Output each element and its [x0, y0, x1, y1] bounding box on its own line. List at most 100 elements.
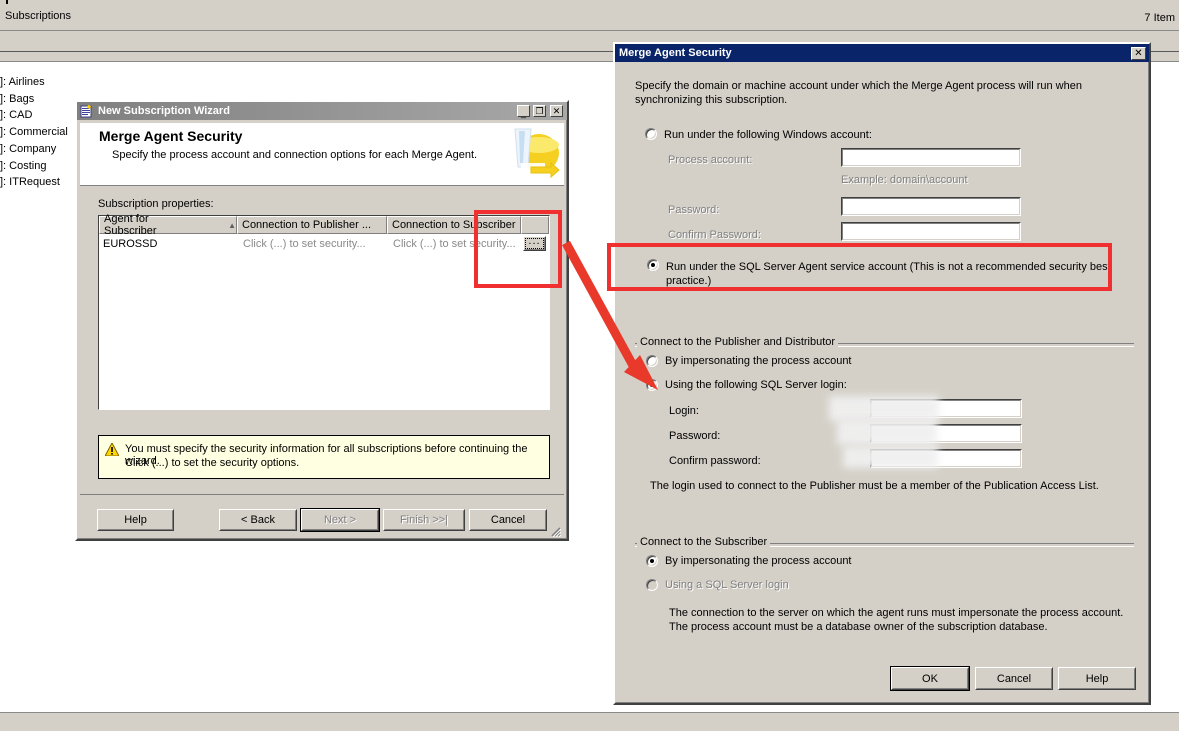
warning-icon — [105, 443, 119, 456]
list-item-prefix: ]: — [0, 109, 10, 122]
subscriber-note-line-1: The connection to the server on which th… — [669, 607, 1124, 619]
wizard-cancel-label: Cancel — [490, 514, 526, 526]
wizard-next-button: Next > — [301, 509, 379, 531]
wizard-banner: Merge Agent Security Specify the process… — [80, 123, 564, 186]
mas-password-label: Password: — [668, 204, 720, 216]
wizard-page-title: Merge Agent Security — [99, 128, 243, 144]
sort-ascending-icon: ▲ — [228, 220, 236, 230]
wizard-back-button[interactable]: < Back — [219, 509, 297, 531]
redaction-overlay-password — [837, 419, 937, 445]
radio-subscriber-impersonate[interactable] — [646, 555, 658, 567]
mas-close-button[interactable]: ✕ — [1131, 47, 1146, 60]
resize-grip-icon[interactable] — [549, 525, 561, 537]
list-item-label: Costing — [9, 159, 47, 172]
publisher-login-label: Login: — [669, 405, 699, 417]
list-item-prefix: ]: — [0, 159, 10, 172]
list-item-label: Commercial — [9, 126, 68, 139]
column-header-subscriber-label: Connection to Subscriber — [392, 219, 516, 231]
wizard-close-button[interactable]: ✕ — [550, 105, 563, 117]
list-item-label: CAD — [9, 109, 33, 122]
radio-publisher-sql-login[interactable] — [646, 379, 658, 391]
mas-help-label: Help — [1085, 672, 1109, 685]
radio-publisher-sql-login-label[interactable]: Using the following SQL Server login: — [665, 379, 847, 391]
process-account-example-hint: Example: domain\account — [841, 174, 968, 186]
radio-publisher-impersonate[interactable] — [646, 355, 658, 367]
background-toolbar: Subscriptions 7 Item — [0, 0, 1179, 30]
wizard-finish-button: Finish >>| — [383, 509, 465, 531]
item-count-label: 7 Item — [1144, 12, 1175, 24]
list-item[interactable]: ]: ITRequest — [0, 176, 60, 188]
list-item-prefix: ]: — [0, 76, 9, 88]
list-item-prefix: ]: — [0, 142, 10, 155]
publisher-password-label: Password: — [669, 430, 721, 442]
subscription-properties-table[interactable]: Agent for Subscriber ▲ Connection to Pub… — [98, 213, 550, 410]
wizard-title-text: New Subscription Wizard — [98, 105, 230, 117]
process-account-label: Process account: — [668, 154, 753, 166]
column-header-agent[interactable]: Agent for Subscriber ▲ — [99, 213, 237, 237]
wizard-button-bar: Help < Back Next > Finish >>| Cancel — [80, 494, 564, 539]
column-header-actions[interactable] — [521, 216, 549, 234]
list-item[interactable]: ]: Bags — [0, 93, 34, 105]
new-subscription-wizard-dialog: New Subscription Wizard _ ❐ ✕ Merge Agen… — [75, 100, 569, 541]
publisher-access-list-note: The login used to connect to the Publish… — [650, 480, 1099, 492]
list-item-prefix: ]: — [0, 126, 10, 139]
radio-publisher-impersonate-label[interactable]: By impersonating the process account — [665, 355, 852, 367]
radio-subscriber-sql-login-label: Using a SQL Server login — [665, 579, 789, 591]
mas-ok-button[interactable]: OK — [891, 667, 969, 690]
mas-ok-label: OK — [922, 672, 938, 685]
mas-confirm-password-input[interactable] — [841, 222, 1021, 241]
list-item-prefix: ]: — [0, 92, 10, 105]
wizard-maximize-button[interactable]: ❐ — [533, 105, 546, 117]
subscription-properties-label: Subscription properties: — [98, 198, 214, 210]
mas-description-line-1: Specify the domain or machine account un… — [635, 80, 1082, 92]
redaction-overlay-login — [829, 396, 939, 421]
subscriber-note-line-2: The process account must be a database o… — [669, 621, 1048, 633]
cell-subscriber[interactable]: Click (...) to set security... — [389, 234, 521, 253]
list-item-label: ITRequest — [9, 176, 60, 189]
wizard-help-button[interactable]: Help — [97, 509, 174, 531]
wizard-window-icon — [80, 104, 92, 117]
list-item-label: Airlines — [8, 76, 45, 88]
radio-subscriber-impersonate-label[interactable]: By impersonating the process account — [665, 555, 852, 567]
radio-subscriber-sql-login — [646, 579, 658, 591]
mas-help-button[interactable]: Help — [1058, 667, 1136, 690]
close-icon: ✕ — [1134, 47, 1143, 59]
radio-sql-agent-service-account[interactable] — [647, 259, 659, 271]
column-header-subscriber[interactable]: Connection to Subscriber — [387, 216, 521, 234]
mas-cancel-button[interactable]: Cancel — [975, 667, 1053, 690]
column-header-publisher[interactable]: Connection to Publisher ... — [237, 216, 387, 234]
set-security-ellipsis-button[interactable]: ... — [523, 234, 546, 251]
wizard-minimize-button[interactable]: _ — [517, 105, 530, 117]
mas-description-line-2: synchronizing this subscription. — [635, 94, 788, 106]
radio-windows-account[interactable] — [645, 128, 657, 140]
list-item-label: Bags — [9, 92, 35, 105]
list-item[interactable]: ]: Commercial — [0, 126, 68, 138]
list-item-label: Company — [9, 142, 57, 155]
wizard-warning-box: You must specify the security informatio… — [98, 435, 550, 479]
wizard-cancel-button[interactable]: Cancel — [469, 509, 547, 531]
ellipsis-label: ... — [528, 234, 541, 247]
list-item[interactable]: ]: Costing — [0, 160, 46, 172]
radio-sql-agent-service-account-label[interactable]: Run under the SQL Server Agent service a… — [666, 260, 1111, 288]
minimize-icon: _ — [520, 107, 526, 118]
cell-agent[interactable]: EUROSSD — [99, 234, 237, 253]
mas-cancel-label: Cancel — [996, 672, 1032, 685]
merge-agent-banner-icon — [514, 128, 560, 179]
list-item[interactable]: ]: Airlines — [0, 76, 45, 88]
radio-windows-account-label[interactable]: Run under the following Windows account: — [664, 129, 872, 141]
mas-title-bar[interactable]: Merge Agent Security — [615, 44, 1149, 62]
redaction-overlay-confirm — [843, 446, 938, 468]
subscriber-group-title: Connect to the Subscriber — [637, 536, 771, 548]
warning-line-2: Click (...) to set the security options. — [125, 457, 300, 469]
list-item-prefix: ]: — [0, 176, 10, 189]
column-header-publisher-label: Connection to Publisher ... — [242, 219, 372, 231]
mas-password-input[interactable] — [841, 197, 1021, 216]
cell-publisher[interactable]: Click (...) to set security... — [239, 234, 387, 253]
process-account-input[interactable] — [841, 148, 1021, 167]
list-item[interactable]: ]: CAD — [0, 109, 32, 121]
wizard-title-bar[interactable]: New Subscription Wizard — [77, 102, 567, 120]
publisher-confirm-password-label: Confirm password: — [669, 455, 761, 467]
mas-title-text: Merge Agent Security — [619, 47, 732, 59]
subscriptions-label: Subscriptions — [5, 10, 72, 22]
list-item[interactable]: ]: Company — [0, 143, 56, 155]
